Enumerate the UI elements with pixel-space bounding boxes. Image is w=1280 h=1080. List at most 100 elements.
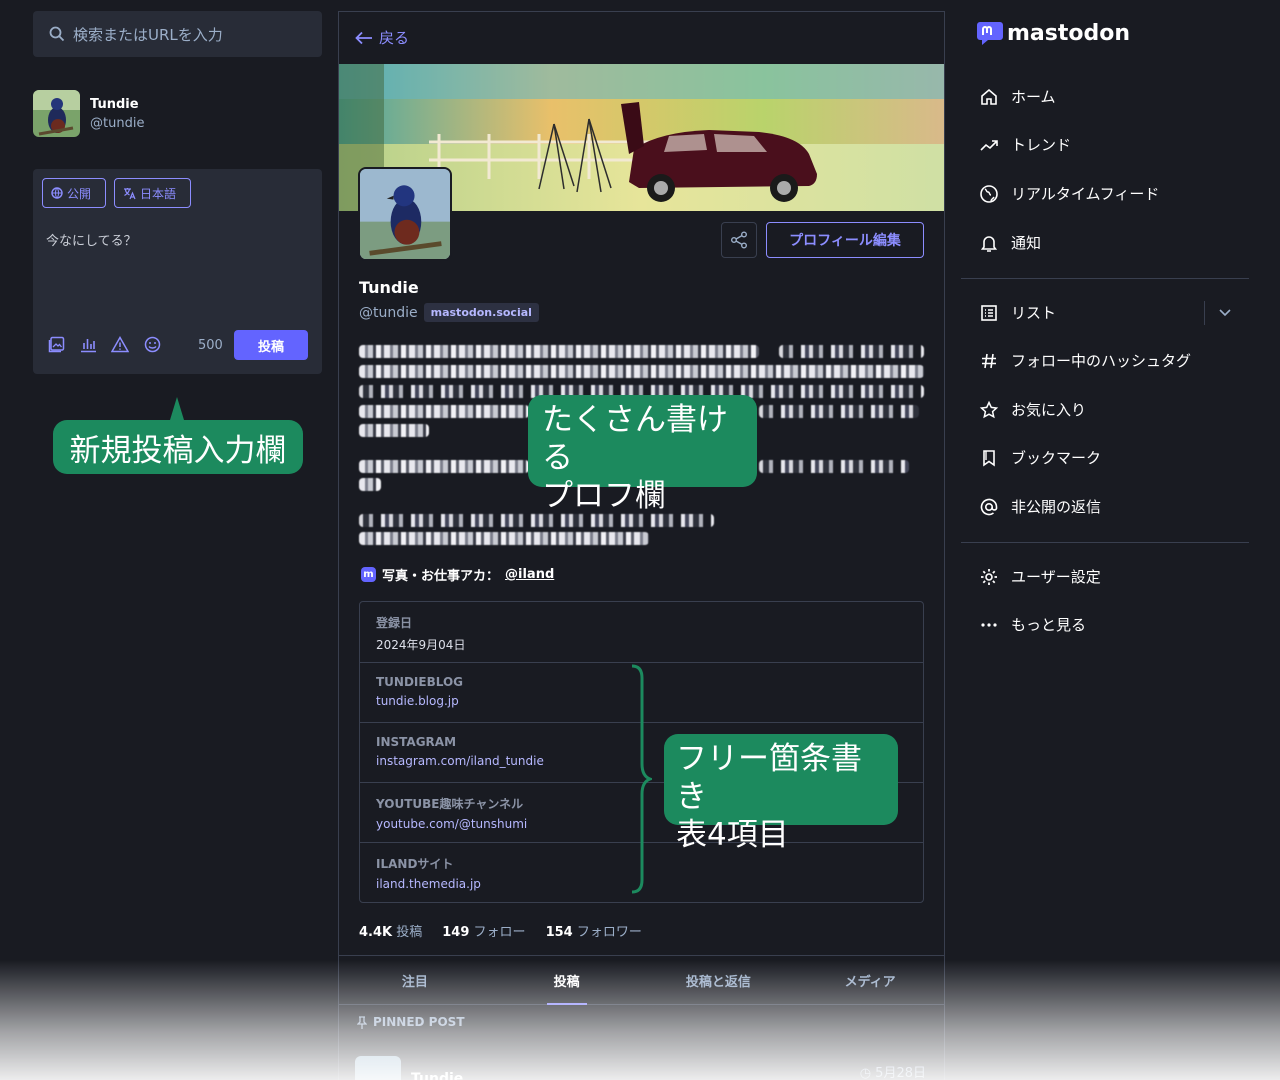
profile-avatar[interactable] (358, 167, 452, 261)
content-warning-icon[interactable] (111, 335, 129, 353)
nav-live-feeds-label: リアルタイムフィード (1011, 185, 1160, 203)
language-button[interactable]: 日本語 (114, 178, 191, 208)
following-count-link[interactable]: 149 フォロー (442, 921, 525, 940)
post-button[interactable]: 投稿 (234, 330, 308, 360)
pinned-post-label: PINNED POST (357, 1015, 465, 1029)
nav-preferences-label: ユーザー設定 (1011, 568, 1101, 586)
profile-note: m 写真・お仕事アカ： @iland (361, 565, 554, 584)
nav-followed-hashtags[interactable]: フォロー中のハッシュタグ (979, 350, 1191, 371)
bell-icon (980, 235, 998, 252)
pinned-label-text: PINNED POST (373, 1015, 465, 1029)
nav-home[interactable]: ホーム (979, 86, 1056, 107)
character-counter: 500 (198, 338, 223, 353)
emoji-icon[interactable] (143, 335, 161, 353)
post-author-name[interactable]: Tundie (411, 1071, 463, 1080)
nav-trends[interactable]: トレンド (979, 134, 1071, 155)
star-icon (979, 400, 999, 418)
profile-handle: @tundie mastodon.social (359, 303, 539, 322)
note-mention-link[interactable]: @iland (505, 567, 554, 582)
mastodon-logo[interactable]: mastodon (975, 18, 1130, 48)
image-upload-icon[interactable] (47, 335, 65, 353)
chevron-down-icon[interactable] (1218, 308, 1232, 318)
trending-icon (980, 139, 998, 151)
callout-fields-line1: フリー箇条書き (676, 741, 862, 815)
visibility-button[interactable]: 公開 (42, 178, 106, 208)
pin-icon (357, 1015, 367, 1029)
globe-icon: ◷ (859, 1066, 876, 1080)
mastodon-logo-icon: m (361, 567, 376, 582)
note-prefix: 写真・お仕事アカ： (382, 569, 500, 584)
field-value: 2024年9月04日 (376, 638, 466, 652)
profile-column: 戻る プロフィール編集 Tundie @tundie mastodon.soci… (338, 11, 945, 1080)
bookmark-icon (983, 449, 995, 467)
at-icon (980, 498, 998, 515)
user-avatar[interactable] (33, 90, 80, 137)
callout-compose: 新規投稿入力欄 (53, 420, 303, 474)
tab-posts-and-replies[interactable]: 投稿と返信 (643, 956, 795, 1004)
following-count: 149 (442, 925, 470, 940)
current-user[interactable]: Tundie @tundie (33, 90, 144, 137)
nav-divider (961, 542, 1249, 543)
nav-more[interactable]: もっと見る (979, 614, 1086, 635)
field-key: 登録日 (376, 616, 413, 630)
search-placeholder: 検索またはURLを入力 (73, 25, 223, 44)
profile-tabs: 注目 投稿 投稿と返信 メディア (339, 955, 944, 1005)
nav-trends-label: トレンド (1011, 136, 1072, 154)
tab-featured[interactable]: 注目 (339, 956, 491, 1004)
post-date[interactable]: ◷ 5月28日 (860, 1062, 926, 1080)
compose-form: 公開 日本語 今なにしてる？ 500 投稿 (33, 169, 322, 374)
pinned-post-header[interactable]: Tundie (355, 1056, 463, 1080)
nav-private-mentions-label: 非公開の返信 (1011, 498, 1102, 516)
followers-count: 154 (545, 925, 573, 940)
profile-acct: @tundie (359, 304, 418, 321)
post-author-avatar[interactable] (355, 1056, 401, 1080)
followers-count-link[interactable]: 154 フォロワー (546, 921, 642, 940)
search-input[interactable]: 検索またはURLを入力 (33, 11, 322, 57)
callout-pointer (170, 397, 184, 420)
field-row: 登録日 2024年9月04日 (360, 602, 923, 662)
more-icon (981, 622, 997, 627)
user-handle: @tundie (90, 115, 145, 131)
nav-bookmarks[interactable]: ブックマーク (979, 447, 1101, 468)
domain-badge: mastodon.social (423, 303, 539, 322)
arrow-left-icon (355, 31, 372, 44)
nav-notifications[interactable]: 通知 (979, 232, 1041, 253)
callout-bio: たくさん書ける プロフ欄 (528, 395, 757, 514)
followers-count-label: フォロワー (576, 925, 642, 940)
compose-textarea[interactable]: 今なにしてる？ (46, 230, 137, 249)
logo-text: mastodon (1007, 20, 1131, 46)
profile-display-name: Tundie (359, 278, 419, 297)
callout-fields-line2: 表4項目 (676, 817, 789, 853)
user-display-name: Tundie (90, 96, 139, 112)
tab-media[interactable]: メディア (794, 956, 944, 1004)
following-count-label: フォロー (473, 925, 526, 940)
nav-notifications-label: 通知 (1011, 234, 1042, 252)
nav-favourites-label: お気に入り (1011, 401, 1087, 419)
poll-icon[interactable] (79, 335, 97, 353)
nav-divider (961, 278, 1249, 279)
post-date-text: 5月28日 (875, 1066, 926, 1080)
globe-icon (51, 187, 63, 199)
language-label: 日本語 (140, 186, 177, 201)
back-button[interactable]: 戻る (355, 27, 409, 48)
nav-favourites[interactable]: お気に入り (979, 399, 1086, 420)
nav-private-mentions[interactable]: 非公開の返信 (979, 496, 1101, 517)
nav-followed-hashtags-label: フォロー中のハッシュタグ (1011, 352, 1192, 370)
tab-posts[interactable]: 投稿 (491, 956, 643, 1004)
nav-lists[interactable]: リスト (979, 302, 1056, 323)
edit-profile-button[interactable]: プロフィール編集 (766, 222, 924, 258)
home-icon (981, 88, 997, 105)
callout-bio-line2: プロフ欄 (542, 478, 666, 514)
share-button[interactable] (721, 222, 757, 258)
globe-icon (980, 184, 998, 203)
profile-stats: 4.4K 投稿 149 フォロー 154 フォロワー (359, 921, 642, 940)
posts-count-link[interactable]: 4.4K 投稿 (359, 921, 422, 940)
posts-count: 4.4K (359, 925, 393, 940)
nav-preferences[interactable]: ユーザー設定 (979, 566, 1101, 587)
callout-bio-line1: たくさん書ける (542, 402, 728, 476)
visibility-label: 公開 (67, 186, 92, 201)
gear-icon (981, 568, 997, 585)
back-label: 戻る (379, 29, 410, 47)
nav-home-label: ホーム (1011, 88, 1056, 106)
nav-live-feeds[interactable]: リアルタイムフィード (979, 183, 1159, 204)
